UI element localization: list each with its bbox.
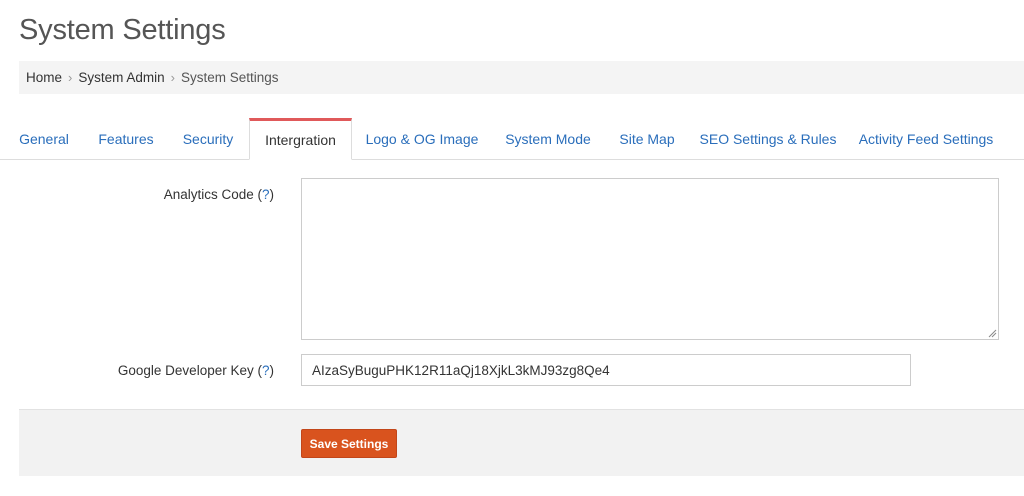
tab-site-map[interactable]: Site Map [611,118,683,160]
analytics-code-textarea[interactable] [301,178,999,340]
google-developer-key-label: Google Developer Key (?) [117,363,274,378]
tab-logo-og-image[interactable]: Logo & OG Image [360,118,484,160]
tab-features[interactable]: Features [87,118,165,160]
tab-system-mode[interactable]: System Mode [496,118,600,160]
tab-intergration[interactable]: Intergration [249,118,352,160]
tab-seo-settings-rules[interactable]: SEO Settings & Rules [695,118,841,160]
tab-general[interactable]: General [8,118,80,160]
analytics-code-label-text: Analytics Code [163,187,254,202]
save-settings-button[interactable]: Save Settings [301,429,397,458]
system-settings-page: System Settings Home › System Admin › Sy… [0,0,1024,496]
breadcrumb-home[interactable]: Home [19,70,62,85]
breadcrumb-system-settings: System Settings [180,70,279,85]
settings-tabs: General Features Security Intergration L… [0,118,1024,160]
google-developer-key-input[interactable] [301,354,911,386]
google-developer-key-label-text: Google Developer Key [117,363,254,378]
breadcrumb-separator-icon: › [68,70,73,85]
breadcrumb-separator-icon: › [170,70,175,85]
breadcrumb: Home › System Admin › System Settings [19,61,1024,94]
tab-security[interactable]: Security [172,118,244,160]
tab-activity-feed-settings[interactable]: Activity Feed Settings [851,118,1001,160]
analytics-code-label: Analytics Code (?) [163,187,274,202]
breadcrumb-system-admin[interactable]: System Admin [78,70,164,85]
analytics-code-help-link[interactable]: ? [262,187,270,202]
form-footer [19,409,1024,476]
page-title: System Settings [19,14,226,46]
resize-grip-icon[interactable] [987,328,997,338]
google-developer-key-help-link[interactable]: ? [262,363,270,378]
